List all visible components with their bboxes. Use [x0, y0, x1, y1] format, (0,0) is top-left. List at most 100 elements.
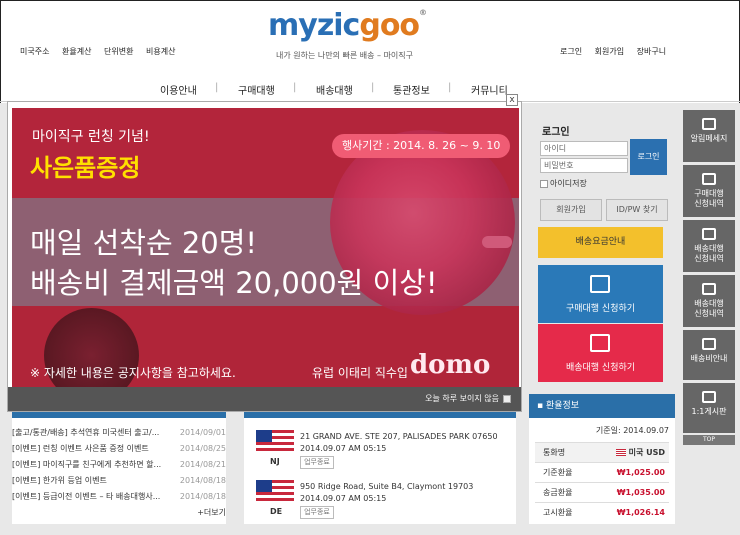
quick-label: 배송대행 신청내역	[694, 299, 724, 318]
nav-guide[interactable]: 이용안내	[160, 82, 197, 97]
logo-registered: ®	[419, 8, 427, 17]
quick-label: 1:1게시판	[691, 407, 727, 416]
list-item[interactable]: [출고/통관/배송] 추석연휴 미국센터 출고/... 2014/09/01	[12, 425, 226, 441]
link-exchange-calc[interactable]: 환율계산	[62, 47, 91, 56]
site-logo[interactable]: myzicgoo®	[268, 8, 427, 43]
us-flag-icon	[615, 449, 626, 456]
banner-note: ※ 자세한 내용은 공지사항을 참고하세요.	[30, 366, 236, 380]
nav-separator: |	[371, 82, 375, 93]
save-id-checkbox[interactable]: 아이디저장	[540, 178, 587, 189]
rate-value: ₩1,026.14	[616, 508, 665, 517]
id-input[interactable]: 아이디	[540, 141, 628, 156]
link-unit-convert[interactable]: 단위변환	[104, 47, 133, 56]
rate-value: ₩1,025.00	[616, 468, 665, 477]
ship-request-button[interactable]: 배송대행 신청하기	[538, 324, 663, 382]
panel-header-bar	[244, 412, 516, 418]
notice-date: 2014/09/01	[177, 425, 226, 441]
warehouse-address: 21 GRAND AVE. STE 207, PALISADES PARK 07…	[300, 432, 498, 441]
notice-title: [이벤트] 한가위 등업 이벤트	[12, 476, 107, 485]
ship-request-label: 배송대행 신청하기	[565, 363, 636, 373]
event-popup: x 마이직구 런칭 기념! 사은품증정 행사기간 : 2014. 8. 26 ~…	[7, 94, 522, 412]
list-item[interactable]: [이벤트] 마이직구를 친구에게 추천하면 할... 2014/08/21	[12, 457, 226, 473]
notice-date: 2014/08/21	[177, 457, 226, 473]
exchange-title: ▪ 환율정보	[529, 394, 675, 418]
logo-part2: goo	[359, 8, 420, 43]
quick-shipping-fee[interactable]: 배송비안내	[683, 330, 735, 380]
login-button[interactable]: 로그인	[630, 139, 667, 175]
event-banner[interactable]: 마이직구 런칭 기념! 사은품증정 행사기간 : 2014. 8. 26 ~ 9…	[12, 108, 519, 387]
list-item[interactable]: [이벤트] 등급이전 이벤트 – 타 배송대행사... 2014/08/18	[12, 489, 226, 505]
join-button[interactable]: 회원가입	[540, 199, 602, 221]
quick-notify[interactable]: 알림메세지	[683, 110, 735, 162]
nav-purchase[interactable]: 구매대행	[238, 82, 275, 97]
quick-label: 배송비안내	[690, 354, 728, 363]
status-badge: 업무종료	[300, 456, 334, 469]
status-badge: 업무종료	[300, 506, 334, 519]
more-link[interactable]: +더보기	[12, 505, 226, 521]
link-cart[interactable]: 장바구니	[637, 47, 666, 56]
notice-date: 2014/08/18	[177, 489, 226, 505]
brand-text: 유럽 이태리 직수입	[312, 366, 408, 380]
quick-label: 구매대행 신청내역	[694, 189, 724, 208]
banner-offer-1: 매일 선착순 20명!	[30, 226, 258, 260]
notice-title: [출고/통관/배송] 추석연휴 미국센터 출고/...	[12, 428, 160, 437]
warehouse-time: 2014.09.07 AM 05:15	[300, 444, 387, 453]
currency-value: 미국 USD	[615, 443, 665, 463]
quick-shipping-history-2[interactable]: 배송대행 신청내역	[683, 275, 735, 327]
scroll-top-button[interactable]: TOP	[683, 435, 735, 445]
shipping-fee-button[interactable]: 배송요금안내	[538, 227, 663, 258]
account-links: 로그인 회원가입 장바구니	[560, 46, 676, 57]
dollar-icon	[702, 338, 716, 350]
hide-today-label: 오늘 하루 보이지 않음	[425, 394, 499, 403]
quick-purchase-history[interactable]: 구매대행 신청내역	[683, 165, 735, 217]
warehouse-item: NJ 21 GRAND AVE. STE 207, PALISADES PARK…	[256, 426, 516, 472]
clipboard-icon	[702, 228, 716, 240]
buy-request-button[interactable]: 구매대행 신청하기	[538, 265, 663, 323]
link-cost-calc[interactable]: 비용계산	[146, 47, 175, 56]
warehouse-panel: NJ 21 GRAND AVE. STE 207, PALISADES PARK…	[244, 412, 516, 524]
utility-links: 미국주소 환율계산 단위변환 비용계산	[20, 46, 185, 57]
tagline: 내가 원하는 나만의 빠른 배송 – 마이직구	[276, 51, 414, 60]
link-join[interactable]: 회원가입	[595, 47, 624, 56]
notice-title: [이벤트] 마이직구를 친구에게 추천하면 할...	[12, 460, 162, 469]
notice-title: [이벤트] 런칭 이벤트 사은품 증정 이벤트	[12, 444, 149, 453]
logo-part1: myzic	[268, 8, 360, 43]
login-panel: 로그인 아이디 비밀번호 로그인 아이디저장 회원가입 ID/PW 찾기 배송요…	[534, 115, 676, 385]
nav-separator: |	[215, 82, 219, 93]
notice-date: 2014/08/25	[177, 441, 226, 457]
buy-request-label: 구매대행 신청하기	[565, 304, 636, 314]
rate-label: 송금환율	[543, 488, 573, 497]
currency-value-text: 미국 USD	[628, 448, 665, 457]
find-account-button[interactable]: ID/PW 찾기	[606, 199, 668, 221]
rate-label: 고시환율	[543, 508, 573, 517]
rate-label: 기준환율	[543, 468, 573, 477]
list-item[interactable]: [이벤트] 한가위 등업 이벤트 2014/08/18	[12, 473, 226, 489]
quick-shipping-history[interactable]: 배송대행 신청내역	[683, 220, 735, 272]
clipboard-icon	[702, 283, 716, 295]
nav-separator: |	[293, 82, 297, 93]
warehouse-item: DE 950 Ridge Road, Suite B4, Claymont 19…	[256, 476, 516, 522]
link-us-address[interactable]: 미국주소	[20, 47, 49, 56]
us-flag-icon	[256, 430, 294, 452]
event-period: 행사기간 : 2014. 8. 26 ~ 9. 10	[332, 134, 510, 158]
close-icon[interactable]: x	[506, 94, 518, 106]
nav-customs[interactable]: 통관정보	[393, 82, 430, 97]
main-nav: 이용안내 | 구매대행 | 배송대행 | 통관정보 | 커뮤니티	[0, 72, 740, 102]
popup-footer[interactable]: 오늘 하루 보이지 않음	[8, 387, 521, 411]
quick-qna[interactable]: 1:1게시판	[683, 383, 735, 433]
password-input[interactable]: 비밀번호	[540, 158, 628, 173]
speaker-icon	[702, 118, 716, 130]
link-login[interactable]: 로그인	[560, 47, 582, 56]
nav-community[interactable]: 커뮤니티	[471, 82, 508, 97]
purchase-search-icon	[590, 275, 610, 293]
list-item[interactable]: [이벤트] 런칭 이벤트 사은품 증정 이벤트 2014/08/25	[12, 441, 226, 457]
nav-shipping[interactable]: 배송대행	[316, 82, 353, 97]
banner-offer-2: 배송비 결제금액 20,000원 이상!	[30, 266, 438, 300]
brand-logo: domo	[410, 350, 491, 380]
warehouse-address: 950 Ridge Road, Suite B4, Claymont 19703	[300, 482, 474, 491]
currency-label: 통화명	[543, 448, 566, 457]
login-title: 로그인	[542, 127, 570, 138]
hide-today-checkbox[interactable]	[503, 394, 511, 403]
checkbox-icon	[540, 179, 548, 188]
quick-label: 알림메세지	[690, 134, 728, 143]
